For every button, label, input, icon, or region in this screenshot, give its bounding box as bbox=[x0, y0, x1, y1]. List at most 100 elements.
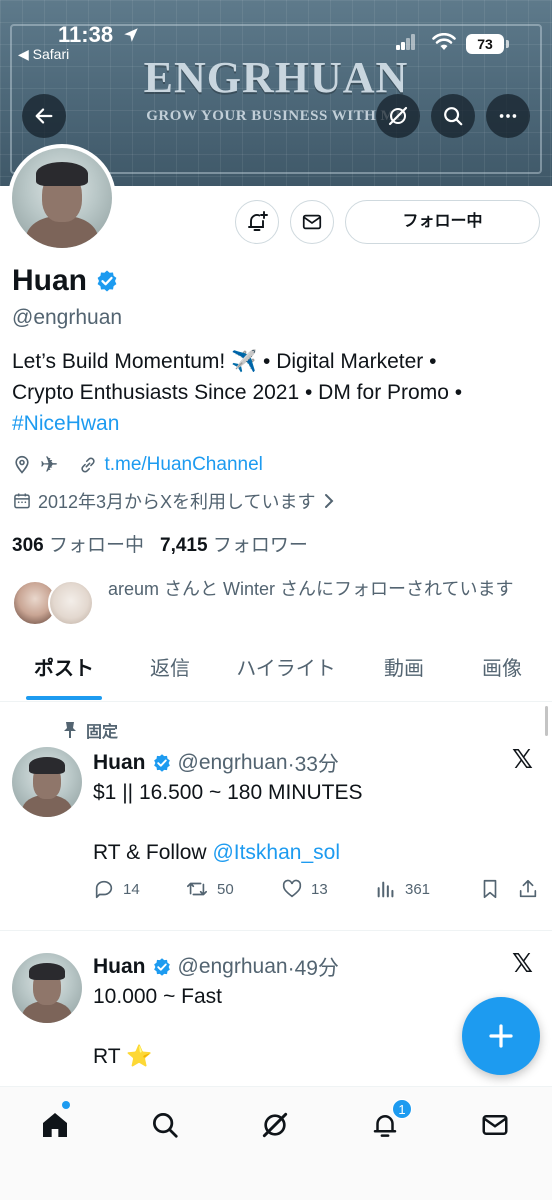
more-button[interactable] bbox=[486, 94, 530, 138]
chevron-right-icon bbox=[324, 494, 333, 508]
bookmark-icon bbox=[483, 879, 497, 899]
profile-handle: @engrhuan bbox=[12, 306, 123, 329]
profile-name-row: Huan bbox=[12, 264, 119, 298]
search-icon bbox=[444, 107, 463, 126]
post-text-line-2: RT ⭐ bbox=[93, 1045, 153, 1068]
follow-counts: 306 フォロー中 7,415 フォロワー bbox=[12, 530, 308, 557]
post-time: ·33分 bbox=[287, 753, 339, 776]
x-logo-icon[interactable]: 𝕏 bbox=[512, 745, 533, 775]
back-to-safari[interactable]: ◀ Safari bbox=[18, 46, 69, 63]
reply-icon bbox=[95, 880, 113, 899]
post-author-handle: @engrhuan bbox=[177, 751, 288, 774]
profile-link[interactable]: t.me/HuanChannel bbox=[104, 454, 262, 476]
post-divider bbox=[0, 930, 552, 931]
plus-icon bbox=[489, 1024, 513, 1048]
status-bar: 11:38 ◀ Safari 73 bbox=[0, 0, 552, 70]
nav-search[interactable] bbox=[143, 1103, 187, 1147]
repost-icon bbox=[187, 882, 207, 896]
compose-button[interactable] bbox=[462, 997, 540, 1075]
tab-highlights[interactable]: ハイライト bbox=[222, 646, 350, 700]
post-avatar[interactable] bbox=[12, 953, 82, 1023]
bottom-navigation: 1 bbox=[0, 1086, 552, 1200]
bio-hashtag[interactable]: #NiceHwan bbox=[12, 408, 542, 439]
following-button[interactable]: フォロー中 bbox=[345, 200, 540, 244]
verified-badge-icon bbox=[153, 958, 170, 976]
repost-count: 50 bbox=[217, 880, 234, 898]
search-button[interactable] bbox=[431, 94, 475, 138]
followers-count: 7,415 bbox=[160, 535, 208, 556]
views-chart-icon bbox=[377, 881, 394, 898]
pinned-label: 固定 bbox=[62, 718, 118, 742]
verified-badge-icon[interactable] bbox=[95, 269, 119, 293]
profile-bio: Let’s Build Momentum! ✈️ • Digital Marke… bbox=[12, 346, 542, 439]
tab-posts[interactable]: ポスト bbox=[14, 646, 114, 700]
reply-button[interactable]: 14 bbox=[93, 878, 185, 900]
post-text-prefix: RT & Follow bbox=[93, 841, 213, 864]
following-count: 306 bbox=[12, 535, 44, 556]
message-button[interactable] bbox=[290, 200, 334, 244]
nav-home[interactable] bbox=[33, 1103, 77, 1147]
search-icon bbox=[153, 1113, 178, 1138]
pin-icon bbox=[64, 722, 76, 738]
grok-icon bbox=[262, 1112, 288, 1138]
x-logo-icon[interactable]: 𝕏 bbox=[512, 949, 533, 979]
post-mention[interactable]: @Itskhan_sol bbox=[212, 841, 340, 864]
bio-line-1: Let’s Build Momentum! ✈️ • Digital Marke… bbox=[12, 350, 437, 373]
joined-text: 2012年3月からXを利用しています bbox=[38, 492, 316, 512]
tab-images[interactable]: 画像 bbox=[466, 646, 538, 700]
nav-grok[interactable] bbox=[253, 1103, 297, 1147]
back-button[interactable] bbox=[22, 94, 66, 138]
post-header: Huan @engrhuan ·33分 bbox=[93, 748, 339, 778]
grok-button[interactable] bbox=[376, 94, 420, 138]
profile-location: ✈ bbox=[40, 452, 59, 477]
home-icon bbox=[43, 1113, 67, 1137]
followers-label: フォロワー bbox=[212, 535, 308, 556]
post-avatar[interactable] bbox=[12, 747, 82, 817]
like-button[interactable]: 13 bbox=[281, 878, 375, 900]
view-count: 361 bbox=[405, 880, 431, 898]
calendar-icon bbox=[14, 493, 30, 509]
post-author-name[interactable]: Huan bbox=[93, 751, 146, 775]
profile-avatar[interactable] bbox=[8, 144, 116, 252]
cellular-signal-icon bbox=[396, 34, 416, 50]
post-header: Huan @engrhuan ·49分 bbox=[93, 952, 339, 982]
views-button[interactable]: 361 bbox=[375, 878, 479, 900]
tab-videos[interactable]: 動画 bbox=[368, 646, 440, 700]
following-label: フォロー中 bbox=[48, 535, 144, 556]
follower-avatar-winter bbox=[48, 580, 94, 626]
following-count-link[interactable]: 306 フォロー中 bbox=[12, 530, 144, 557]
reply-count: 14 bbox=[123, 880, 140, 898]
like-count: 13 bbox=[311, 880, 328, 898]
arrow-left-icon bbox=[35, 108, 53, 124]
profile-tabs: ポスト 返信 ハイライト 動画 画像 bbox=[0, 646, 552, 702]
profile-name: Huan bbox=[12, 264, 87, 297]
battery-tip bbox=[506, 40, 509, 48]
pinned-text: 固定 bbox=[86, 724, 119, 741]
followers-count-link[interactable]: 7,415 フォロワー bbox=[160, 530, 308, 557]
link-icon bbox=[81, 457, 96, 473]
wifi-icon bbox=[432, 33, 456, 50]
followed-by-text: areum さんと Winter さんにフォローされています bbox=[108, 579, 514, 599]
envelope-icon bbox=[302, 214, 322, 230]
post-text-line-1: $1 || 16.500 ~ 180 MINUTES bbox=[93, 781, 363, 804]
status-time: 11:38 bbox=[58, 22, 114, 47]
notify-button[interactable] bbox=[235, 200, 279, 244]
share-icon bbox=[519, 879, 537, 898]
post-actions: 14 50 13 361 bbox=[93, 878, 543, 900]
verified-badge-icon bbox=[153, 754, 170, 772]
bookmark-button[interactable] bbox=[479, 878, 517, 900]
location-pin-icon bbox=[15, 455, 29, 474]
post-author-name[interactable]: Huan bbox=[93, 955, 146, 979]
active-tab-indicator bbox=[26, 696, 102, 700]
share-button[interactable] bbox=[517, 878, 539, 900]
profile-meta-location-link: ✈ t.me/HuanChannel bbox=[12, 452, 263, 478]
profile-joined[interactable]: 2012年3月からXを利用しています bbox=[12, 488, 336, 514]
bio-line-2: Crypto Enthusiasts Since 2021 • DM for P… bbox=[12, 381, 463, 404]
followed-by-row[interactable]: areum さんと Winter さんにフォローされています bbox=[12, 576, 542, 632]
notification-badge: 1 bbox=[392, 1099, 412, 1119]
nav-messages[interactable] bbox=[473, 1103, 517, 1147]
tab-replies[interactable]: 返信 bbox=[134, 646, 206, 700]
repost-button[interactable]: 50 bbox=[185, 878, 281, 900]
scrollbar[interactable] bbox=[545, 706, 548, 736]
more-icon bbox=[499, 114, 517, 118]
